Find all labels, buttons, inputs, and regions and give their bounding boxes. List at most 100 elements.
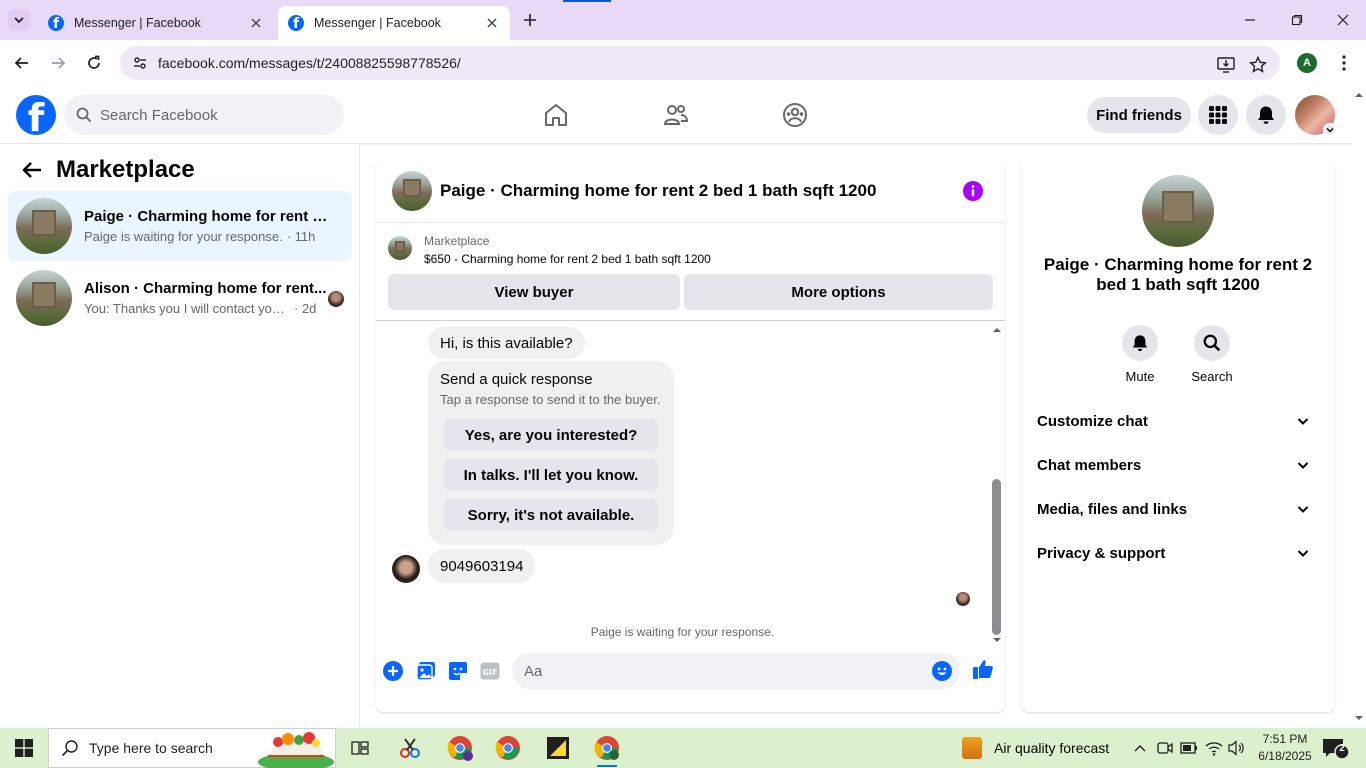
listing-title[interactable]: $650 - Charming home for rent 2 bed 1 ba… — [424, 252, 711, 266]
bell-icon — [1258, 106, 1274, 124]
search-input[interactable] — [100, 106, 320, 124]
section-media-files-links[interactable]: Media, files and links — [1029, 487, 1327, 531]
browser-profile-avatar[interactable]: A — [1297, 53, 1317, 73]
facebook-logo-icon[interactable]: f — [16, 95, 56, 135]
find-friends-button[interactable]: Find friends — [1087, 97, 1191, 133]
scrollbar-thumb[interactable] — [992, 479, 1001, 635]
chevron-down-icon — [1326, 128, 1334, 133]
forward-button[interactable] — [46, 51, 70, 75]
browser-menu-button[interactable] — [1334, 53, 1354, 73]
thread-item-alison[interactable]: Alison · Charming home for rent... You: … — [8, 263, 352, 333]
more-options-button[interactable]: More options — [684, 274, 993, 310]
message-scrollbar[interactable] — [989, 321, 1005, 647]
meet-now-icon[interactable] — [1155, 738, 1175, 758]
message-list: Hi, is this available? Send a quick resp… — [376, 321, 1005, 647]
start-button[interactable] — [0, 728, 48, 768]
gif-button[interactable]: GIF — [479, 660, 501, 682]
scissors-icon — [400, 738, 420, 758]
facebook-search[interactable] — [64, 95, 344, 135]
chat-thumbnail[interactable] — [392, 170, 432, 211]
chevron-down-icon — [14, 17, 24, 24]
browser-tab-1[interactable]: f Messenger | Facebook — [38, 6, 274, 40]
mute-button[interactable]: Mute — [1110, 325, 1170, 384]
page-scrollbar[interactable] — [1352, 86, 1366, 728]
notification-center-button[interactable]: 2 — [1322, 737, 1350, 759]
account-avatar[interactable] — [1295, 95, 1337, 137]
task-view-button[interactable] — [344, 732, 376, 764]
section-privacy-support[interactable]: Privacy & support — [1029, 531, 1327, 575]
thread-item-paige[interactable]: Paige · Charming home for rent 2 ... Pai… — [8, 191, 352, 261]
section-chat-members[interactable]: Chat members — [1029, 443, 1327, 487]
chrome-app[interactable] — [492, 732, 524, 764]
reload-button[interactable] — [82, 51, 106, 75]
quick-response-card: Send a quick response Tap a response to … — [428, 361, 674, 545]
snipping-tool-app[interactable] — [394, 732, 426, 764]
scroll-down-icon[interactable] — [989, 635, 1005, 645]
windows-taskbar: Type here to search Air quality forecast — [0, 728, 1366, 768]
sender-avatar[interactable] — [392, 555, 420, 583]
site-info-icon[interactable] — [122, 46, 158, 80]
emoji-icon[interactable] — [932, 661, 952, 681]
quick-reply-not-available-button[interactable]: Sorry, it's not available. — [444, 499, 658, 531]
chrome-profile-app[interactable] — [444, 732, 476, 764]
menu-button[interactable] — [1198, 95, 1238, 135]
like-button[interactable] — [972, 658, 994, 680]
chat-header: Paige · Charming home for rent 2 bed 1 b… — [376, 159, 1005, 223]
nav-groups[interactable] — [780, 100, 810, 130]
attach-photo-button[interactable] — [415, 660, 437, 682]
facebook-favicon-icon: f — [288, 15, 304, 31]
chat-panel: Paige · Charming home for rent 2 bed 1 b… — [376, 159, 1005, 712]
message-input-box[interactable] — [512, 653, 960, 689]
sticker-button[interactable] — [447, 660, 469, 682]
tab-search-button[interactable] — [8, 9, 30, 31]
more-vertical-icon — [1342, 55, 1346, 71]
close-window-button[interactable] — [1333, 10, 1353, 30]
chrome-active-app[interactable] — [591, 732, 623, 767]
listing-photo[interactable] — [1142, 175, 1214, 247]
scroll-up-icon[interactable] — [989, 325, 1005, 335]
search-in-chat-button[interactable]: Search — [1182, 325, 1242, 384]
chat-title[interactable]: Paige · Charming home for rent 2 bed 1 b… — [440, 181, 876, 201]
restore-button[interactable] — [1287, 10, 1307, 30]
chat-info-title: Paige · Charming home for rent 2 bed 1 b… — [1043, 255, 1313, 294]
quick-reply-yes-button[interactable]: Yes, are you interested? — [444, 419, 658, 451]
address-bar[interactable]: facebook.com/messages/t/2400882559877852… — [120, 46, 1280, 80]
new-tab-button[interactable] — [520, 10, 540, 30]
more-actions-button[interactable] — [382, 660, 404, 682]
search-icon — [1203, 334, 1221, 352]
marketplace-sidebar: Marketplace Paige · Charming home for re… — [0, 144, 360, 728]
minimize-button[interactable] — [1240, 10, 1260, 30]
back-arrow-button[interactable] — [20, 158, 44, 182]
view-buyer-button[interactable]: View buyer — [388, 274, 680, 310]
quick-reply-in-talks-button[interactable]: In talks. I'll let you know. — [444, 459, 658, 491]
thread-name: Alison · Charming home for rent... — [84, 280, 327, 297]
notifications-button[interactable] — [1246, 95, 1286, 135]
message-input[interactable] — [524, 662, 904, 680]
volume-icon[interactable] — [1227, 738, 1247, 758]
taskbar-clock[interactable]: 7:51 PM 6/18/2025 — [1254, 731, 1316, 765]
tab-close-button[interactable] — [248, 15, 264, 31]
thread-time: · 2d — [294, 301, 317, 316]
browser-tab-2[interactable]: f Messenger | Facebook — [278, 6, 510, 40]
scroll-up-icon[interactable] — [1352, 90, 1366, 100]
sticky-notes-app[interactable] — [542, 732, 574, 764]
show-hidden-icons-button[interactable] — [1130, 738, 1150, 758]
bookmark-star-icon[interactable] — [1248, 55, 1268, 75]
weather-widget[interactable]: Air quality forecast — [962, 728, 1109, 768]
restore-icon — [1291, 14, 1303, 26]
scroll-down-icon[interactable] — [1352, 713, 1366, 723]
wifi-icon[interactable] — [1204, 738, 1224, 758]
battery-icon[interactable] — [1179, 738, 1199, 758]
url-text: facebook.com/messages/t/2400882559877852… — [158, 55, 461, 71]
install-app-icon[interactable] — [1216, 55, 1236, 75]
nav-friends[interactable] — [661, 100, 691, 130]
nav-home[interactable] — [541, 100, 571, 130]
back-button[interactable] — [10, 51, 34, 75]
info-icon[interactable] — [963, 181, 983, 201]
tab-indicator — [563, 0, 611, 2]
tab-title: Messenger | Facebook — [314, 16, 441, 30]
section-customize-chat[interactable]: Customize chat — [1029, 399, 1327, 443]
tab-close-button[interactable] — [484, 15, 500, 31]
photo-icon — [416, 662, 435, 681]
marketplace-label: Marketplace — [424, 234, 490, 248]
